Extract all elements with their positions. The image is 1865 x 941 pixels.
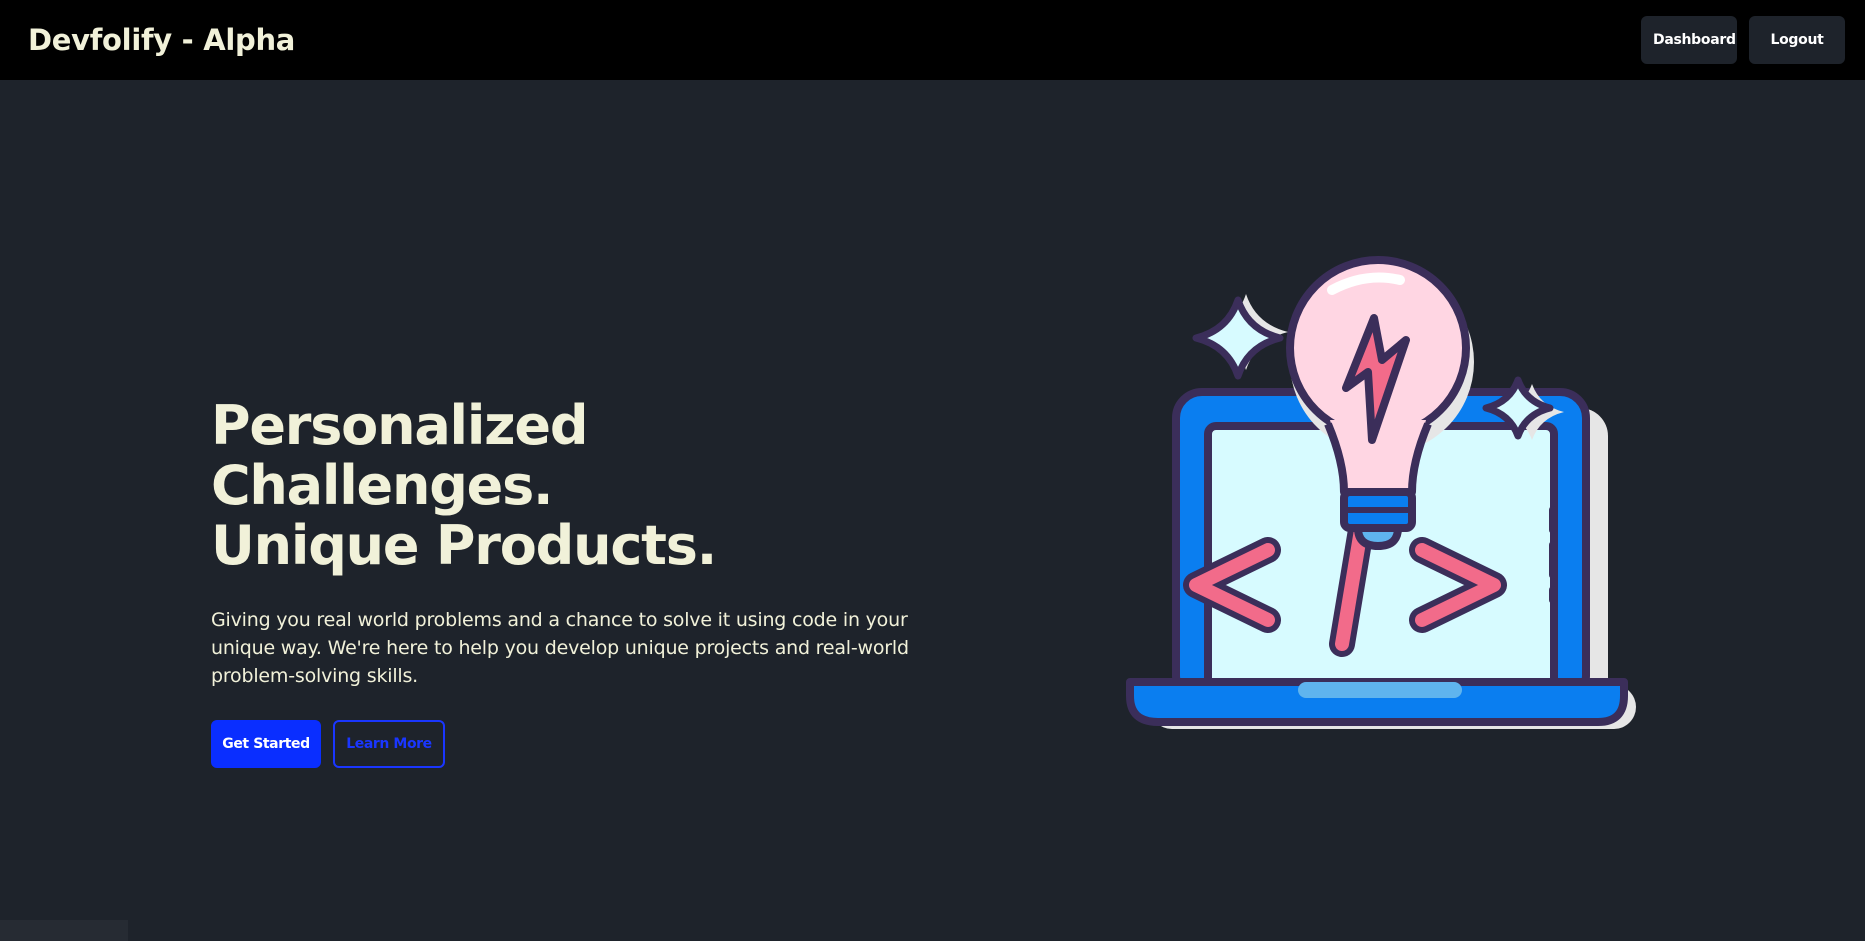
hero-content: Personalized Challenges. Unique Products… <box>211 396 931 768</box>
logout-button[interactable]: Logout <box>1749 16 1845 64</box>
top-navbar: Devfolify - Alpha Dashboard Logout <box>0 0 1865 80</box>
bottom-corner-tab <box>0 920 128 941</box>
dashboard-button[interactable]: Dashboard <box>1641 16 1737 64</box>
hero-section: Personalized Challenges. Unique Products… <box>0 80 1865 941</box>
nav-actions: Dashboard Logout <box>1641 16 1845 64</box>
laptop-code-lightbulb-icon <box>1126 256 1636 729</box>
hero-title-line-2: Unique Products. <box>211 514 717 577</box>
hero-title: Personalized Challenges. Unique Products… <box>211 396 931 576</box>
learn-more-button[interactable]: Learn More <box>333 720 445 768</box>
hero-title-line-1: Personalized Challenges. <box>211 394 588 517</box>
brand-logo[interactable]: Devfolify - Alpha <box>28 23 295 57</box>
cta-group: Get Started Learn More <box>211 720 931 768</box>
get-started-button[interactable]: Get Started <box>211 720 321 768</box>
hero-description: Giving you real world problems and a cha… <box>211 609 909 687</box>
